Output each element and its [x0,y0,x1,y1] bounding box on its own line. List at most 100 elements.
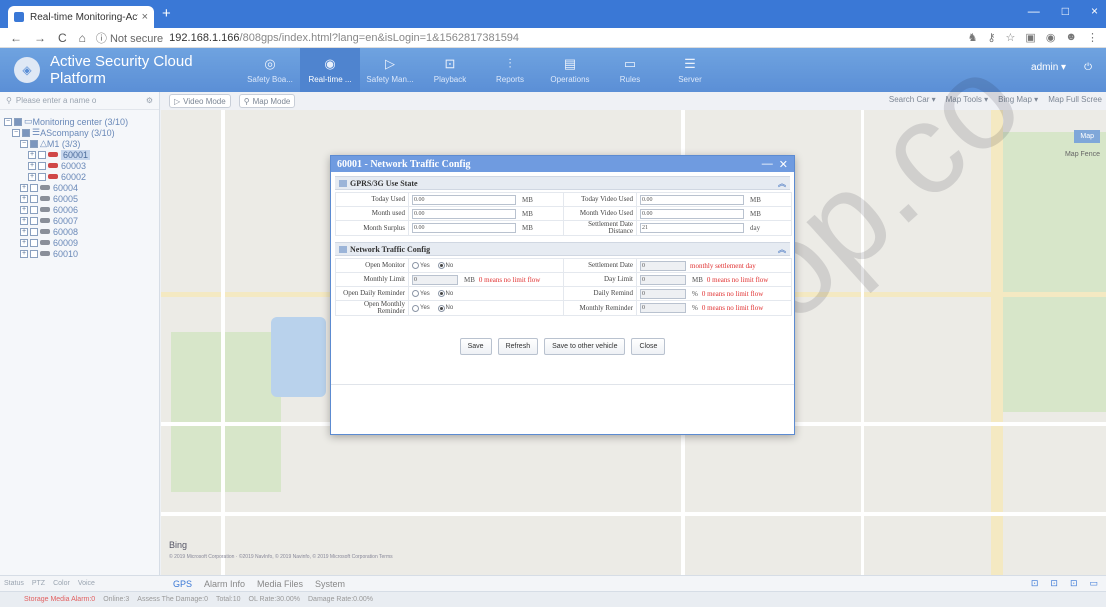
forward-button[interactable]: → [34,31,46,45]
tab-color[interactable]: Color [53,580,70,587]
new-tab-button[interactable]: + [162,5,171,22]
collapse-icon[interactable]: − [12,128,20,137]
expand-icon[interactable]: + [20,238,28,247]
tree-node-vehicle[interactable]: +60005 [0,193,159,204]
tree-node-vehicle[interactable]: +60004 [0,182,159,193]
tab-voice[interactable]: Voice [78,580,95,587]
nav-safety-management[interactable]: ▷ Safety Man... [360,48,420,92]
checkbox[interactable] [30,227,38,236]
home-button[interactable]: ⌂ [79,31,86,45]
panel-icon[interactable]: ⊡ [1031,578,1039,589]
bing-map-menu[interactable]: Bing Map ▾ [998,95,1038,104]
window-close-button[interactable]: × [1091,4,1098,18]
map-type-map[interactable]: Map [1074,130,1100,143]
tree-node-vehicle[interactable]: +60003 [0,160,159,171]
extension-icon[interactable]: ▣ [1025,31,1035,44]
expand-icon[interactable]: + [28,172,36,181]
tree-node-vehicle[interactable]: +60008 [0,226,159,237]
collapse-icon[interactable]: ︽ [778,178,786,189]
collapse-icon[interactable]: − [20,139,28,148]
checkbox[interactable] [38,150,46,159]
expand-icon[interactable]: + [20,227,28,236]
checkbox[interactable] [30,216,38,225]
close-button[interactable]: Close [631,338,666,355]
tab-ptz[interactable]: PTZ [32,580,45,587]
monthly-reminder-no-radio[interactable] [437,304,445,312]
monthly-reminder-field[interactable]: 0 [640,303,686,313]
tree-node-vehicle[interactable]: +60007 [0,215,159,226]
expand-icon[interactable]: + [20,194,28,203]
month-used-field[interactable]: 0.00 [412,208,516,219]
not-secure-label[interactable]: ⓘ Not secure [96,30,163,46]
power-icon[interactable]: ⏻ [1084,62,1092,73]
open-monitor-no-radio[interactable] [437,262,445,270]
dialog-close-button[interactable]: ✕ [779,158,788,171]
nav-reports[interactable]: ⫶ Reports [480,48,540,92]
expand-icon[interactable]: + [28,161,36,170]
checkbox[interactable] [14,117,22,126]
tab-gps[interactable]: GPS [173,579,192,589]
tab-system[interactable]: System [315,579,345,589]
today-used-field[interactable]: 0.00 [412,194,516,205]
expand-icon[interactable]: + [28,150,36,159]
checkbox[interactable] [30,238,38,247]
month-surplus-field[interactable]: 0.00 [412,223,516,233]
map-tools-menu[interactable]: Map Tools ▾ [946,95,989,104]
nav-safety-board[interactable]: ◎ Safety Boa... [240,48,300,92]
nav-real-time[interactable]: ◉ Real-time ... [300,48,360,92]
tab-close-icon[interactable]: × [142,11,148,23]
dialog-title-bar[interactable]: 60001 - Network Traffic Config — ✕ [331,156,794,172]
nav-operations[interactable]: ▤ Operations [540,48,600,92]
maximize-button[interactable]: □ [1062,4,1069,18]
daily-reminder-no-radio[interactable] [437,290,445,298]
tree-node-vehicle[interactable]: +60001 [0,149,159,160]
map-type-fence[interactable]: Map Fence [1065,151,1100,158]
tab-media-files[interactable]: Media Files [257,579,303,589]
key-icon[interactable]: ⚷ [987,31,995,44]
browser-tab[interactable]: Real-time Monitoring-Active ! × [8,6,154,28]
expand-icon[interactable]: + [20,205,28,214]
refresh-button[interactable]: Refresh [497,338,539,355]
checkbox[interactable] [30,183,38,192]
profile-icon[interactable]: ☻ [1065,31,1077,44]
expand-icon[interactable]: + [20,183,28,192]
vehicle-search-input[interactable]: Please enter a name o [16,96,97,105]
checkbox[interactable] [38,161,46,170]
star-icon[interactable]: ☆ [1006,31,1016,44]
search-car-menu[interactable]: Search Car ▾ [889,95,936,104]
checkbox[interactable] [30,249,38,258]
expand-icon[interactable]: + [20,249,28,258]
map-full-screen-button[interactable]: Map Full Scree [1048,95,1102,104]
tab-alarm-info[interactable]: Alarm Info [204,579,245,589]
tree-node-root[interactable]: − ▭ Monitoring center (3/10) [0,116,159,127]
checkbox[interactable] [22,128,30,137]
save-button[interactable]: Save [459,338,492,355]
save-to-other-vehicle-button[interactable]: Save to other vehicle [544,338,626,355]
nav-playback[interactable]: ⊡ Playback [420,48,480,92]
panel-icon[interactable]: ⊡ [1070,578,1078,589]
dialog-minimize-button[interactable]: — [762,158,773,171]
tree-node-company[interactable]: − ☰ AScompany (3/10) [0,127,159,138]
video-mode-button[interactable]: ▷ Video Mode [169,94,231,108]
reload-button[interactable]: C [58,31,67,45]
menu-icon[interactable]: ⋮ [1087,31,1098,44]
monthly-limit-field[interactable]: 0 [412,274,458,285]
tree-node-vehicle[interactable]: +60010 [0,248,159,259]
today-video-used-field[interactable]: 0.00 [640,194,744,205]
back-button[interactable]: ← [10,31,22,45]
collapse-icon[interactable]: − [4,117,12,126]
daily-remind-field[interactable]: 0 [640,288,686,299]
panel-icon[interactable]: ⊡ [1050,578,1058,589]
settlement-date-field[interactable]: 0 [640,260,686,271]
tree-node-group[interactable]: − △ M1 (3/3) [0,138,159,149]
checkbox[interactable] [30,139,38,148]
day-limit-field[interactable]: 0 [640,274,686,285]
tree-node-vehicle[interactable]: +60009 [0,237,159,248]
monthly-reminder-yes-radio[interactable] [412,304,419,312]
checkbox[interactable] [30,194,38,203]
minimize-button[interactable]: — [1028,4,1040,18]
expand-icon[interactable]: + [20,216,28,225]
window-icon[interactable]: ▭ [1089,578,1098,589]
checkbox[interactable] [38,172,46,181]
gear-icon[interactable]: ⚙ [146,96,153,105]
